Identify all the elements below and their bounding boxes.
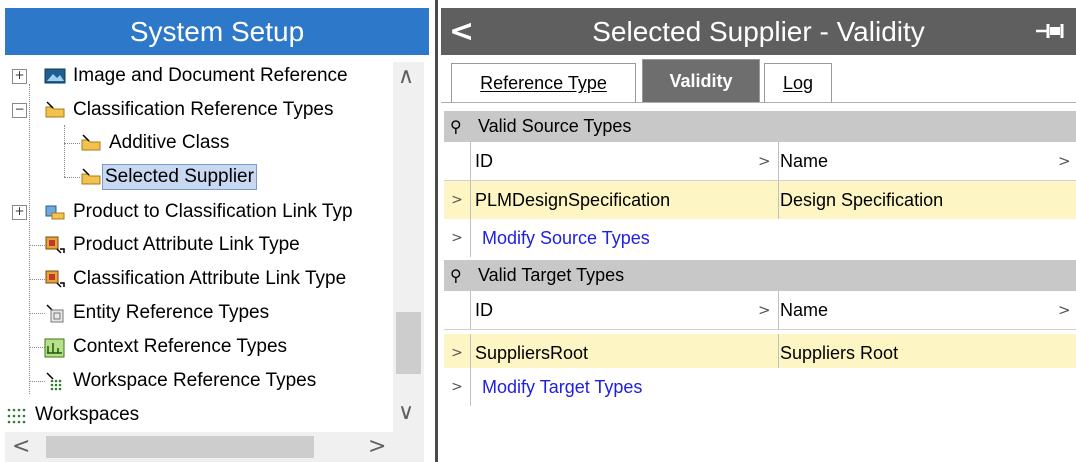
modify-row: > Modify Target Types [444, 368, 1076, 406]
vertical-scrollbar[interactable] [393, 62, 424, 432]
tab-label: Validity [669, 70, 733, 91]
column-header-row: ID > Name > [444, 142, 1076, 181]
attribute-link-icon [44, 236, 65, 254]
cell-id: SuppliersRoot [475, 342, 589, 363]
column-header-id[interactable]: ID [475, 291, 795, 329]
expand-button[interactable]: + [12, 69, 27, 84]
column-header-name[interactable]: Name [780, 142, 1060, 180]
tree-item-label: Classification Attribute Link Type [73, 268, 347, 289]
tab-log[interactable]: Log [764, 63, 832, 102]
tree-item-classification-attribute-link-type[interactable]: Classification Attribute Link Type [44, 263, 349, 295]
pin-icon[interactable]: ⚲ [450, 117, 466, 136]
tree-item-label: Product Attribute Link Type [73, 234, 300, 255]
folder-ref-icon [44, 101, 65, 119]
entity-ref-icon [44, 304, 64, 323]
row-chevron-icon[interactable]: > [444, 181, 471, 219]
tree-item-context-reference-types[interactable]: Context Reference Types [44, 331, 290, 363]
expand-button[interactable]: + [12, 205, 27, 220]
tree-item-label: Selected Supplier [102, 164, 257, 190]
tree-item-image-and-document-reference[interactable]: Image and Document Reference [44, 60, 351, 92]
tree-item-label: Additive Class [109, 132, 230, 153]
tab-reference-type[interactable]: Reference Type [451, 63, 636, 102]
modify-row: > Modify Source Types [444, 219, 1076, 257]
collapse-button[interactable]: − [12, 103, 27, 118]
table-row[interactable]: > PLMDesignSpecification Design Specific… [444, 181, 1076, 220]
cell-name: Suppliers Root [780, 342, 899, 363]
editor-header: < Selected Supplier - Validity [441, 8, 1076, 55]
column-header-row: ID > Name > [444, 291, 1076, 330]
pin-icon[interactable]: ⚲ [450, 266, 466, 285]
tree-item-selected-supplier[interactable]: Selected Supplier [80, 161, 257, 193]
source-types-header[interactable]: ⚲ Valid Source Types [444, 111, 1076, 142]
vertical-scroll-thumb[interactable] [396, 312, 421, 374]
column-header-id[interactable]: ID [475, 142, 795, 180]
section-title: Valid Source Types [478, 116, 632, 136]
target-types-header[interactable]: ⚲ Valid Target Types [444, 260, 1076, 291]
tree-item-classification-reference-types[interactable]: Classification Reference Types [44, 94, 337, 126]
tree-item-label: Workspace Reference Types [73, 370, 317, 391]
row-chevron-icon[interactable]: > [444, 368, 471, 406]
scroll-up-icon[interactable]: ∧ [398, 66, 414, 88]
folder-ref-icon [80, 134, 101, 152]
tab-validity[interactable]: Validity [642, 59, 760, 102]
scroll-right-icon[interactable]: > [368, 436, 386, 458]
tree-item-workspaces[interactable]: Workspaces [6, 399, 142, 431]
modify-source-types-link[interactable]: Modify Source Types [482, 219, 802, 257]
tab-label: Reference Type [480, 72, 607, 93]
editor-title: Selected Supplier - Validity [592, 15, 925, 47]
sort-chevron-icon[interactable]: > [758, 291, 778, 329]
tree-item-label: Classification Reference Types [73, 99, 334, 120]
panel-splitter[interactable] [429, 0, 438, 462]
workspace-ref-icon [44, 372, 64, 391]
cell-id: PLMDesignSpecification [475, 189, 671, 210]
context-ref-icon [44, 338, 65, 358]
modify-target-types-link[interactable]: Modify Target Types [482, 368, 802, 406]
tree-item-product-to-classification-link[interactable]: Product to Classification Link Typ [44, 196, 356, 228]
tree-item-label: Entity Reference Types [73, 302, 270, 323]
product-link-icon [44, 203, 65, 221]
column-header-name[interactable]: Name [780, 291, 1060, 329]
image-icon [44, 67, 66, 85]
sort-chevron-icon[interactable]: > [1058, 291, 1076, 329]
attribute-link-icon [44, 270, 65, 288]
tree-item-entity-reference-types[interactable]: Entity Reference Types [44, 297, 272, 329]
panel-title: System Setup [5, 8, 429, 55]
row-chevron-icon[interactable]: > [444, 334, 471, 372]
scroll-down-icon[interactable]: ∨ [398, 402, 414, 424]
sort-chevron-icon[interactable]: > [1058, 142, 1076, 180]
workspaces-icon [6, 406, 26, 424]
tree-item-label: Workspaces [35, 404, 140, 425]
tree-item-workspace-reference-types[interactable]: Workspace Reference Types [44, 365, 319, 397]
pin-icon[interactable] [1034, 20, 1068, 42]
scroll-left-icon[interactable]: < [12, 436, 30, 458]
tree-item-label: Product to Classification Link Typ [73, 201, 353, 222]
horizontal-scroll-thumb[interactable] [46, 436, 314, 458]
tree-item-additive-class[interactable]: Additive Class [80, 127, 232, 159]
tree-item-label: Image and Document Reference [73, 65, 348, 86]
tree-item-product-attribute-link-type[interactable]: Product Attribute Link Type [44, 229, 303, 261]
section-title: Valid Target Types [478, 265, 625, 285]
cell-name: Design Specification [780, 189, 944, 210]
tree-item-label: Context Reference Types [73, 336, 288, 357]
tab-label: Log [782, 72, 814, 93]
row-chevron-icon[interactable]: > [444, 219, 471, 257]
folder-ref-icon [80, 168, 101, 186]
sort-chevron-icon[interactable]: > [758, 142, 778, 180]
